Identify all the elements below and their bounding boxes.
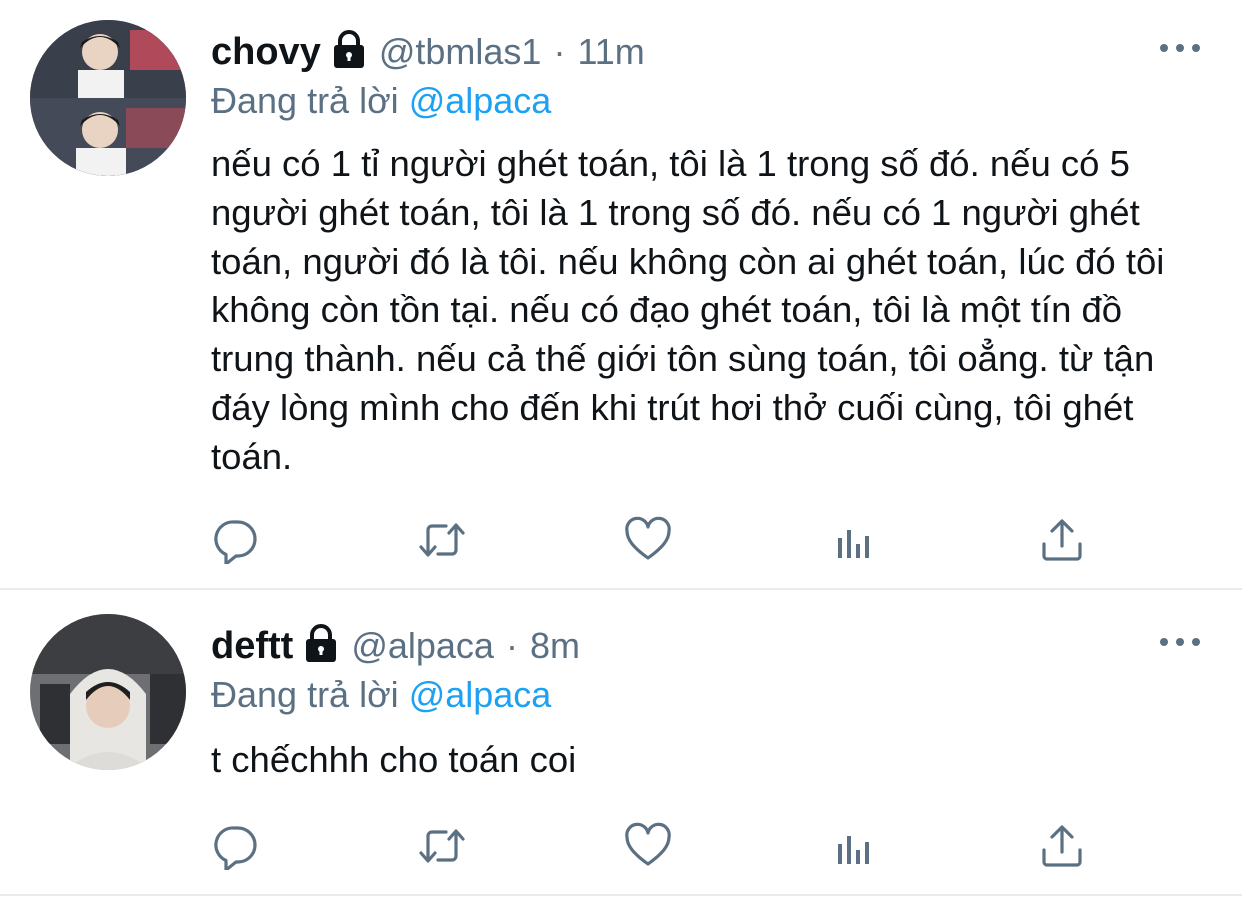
avatar-image	[30, 20, 186, 176]
tweet-actions	[212, 516, 1092, 564]
tweet-header: deftt @alpaca · 8m	[211, 620, 580, 672]
share-icon[interactable]	[1038, 822, 1086, 870]
reply-context: Đang trả lời @alpaca	[211, 674, 551, 716]
reply-icon[interactable]	[212, 516, 260, 564]
lock-icon	[303, 624, 339, 664]
display-name[interactable]: deftt	[211, 625, 293, 668]
tweet-text: t chếchhh cho toán coi	[211, 739, 577, 780]
reply-icon[interactable]	[212, 822, 260, 870]
avatar-image	[30, 614, 186, 770]
like-icon[interactable]	[624, 516, 672, 564]
lock-icon	[331, 30, 367, 70]
reply-prefix: Đang trả lời	[211, 674, 399, 715]
user-handle[interactable]: @tbmlas1	[379, 31, 542, 73]
tweet[interactable]: chovy @tbmlas1 · 11m Đang trả lời @alpac…	[0, 0, 1242, 590]
share-icon[interactable]	[1038, 516, 1086, 564]
timestamp[interactable]: 11m	[577, 31, 644, 73]
tweet[interactable]: deftt @alpaca · 8m Đang trả lời @alpaca …	[0, 590, 1242, 896]
reply-to-link[interactable]: @alpaca	[409, 80, 552, 121]
separator: ·	[553, 31, 566, 72]
timestamp[interactable]: 8m	[530, 625, 580, 667]
more-options-icon[interactable]	[1160, 40, 1200, 56]
retweet-icon[interactable]	[418, 822, 466, 870]
retweet-icon[interactable]	[418, 516, 466, 564]
avatar[interactable]	[30, 614, 186, 770]
reply-to-link[interactable]: @alpaca	[409, 674, 552, 715]
reply-context: Đang trả lời @alpaca	[211, 80, 551, 122]
reply-prefix: Đang trả lời	[211, 80, 399, 121]
separator: ·	[505, 625, 518, 666]
analytics-icon[interactable]	[832, 516, 880, 564]
tweet-header: chovy @tbmlas1 · 11m	[211, 26, 645, 78]
user-handle[interactable]: @alpaca	[351, 625, 494, 667]
analytics-icon[interactable]	[832, 822, 880, 870]
avatar[interactable]	[30, 20, 186, 176]
tweet-text: nếu có 1 tỉ người ghét toán, tôi là 1 tr…	[211, 143, 1165, 477]
tweet-actions	[212, 822, 1092, 870]
like-icon[interactable]	[624, 822, 672, 870]
display-name[interactable]: chovy	[211, 31, 321, 74]
more-options-icon[interactable]	[1160, 634, 1200, 650]
